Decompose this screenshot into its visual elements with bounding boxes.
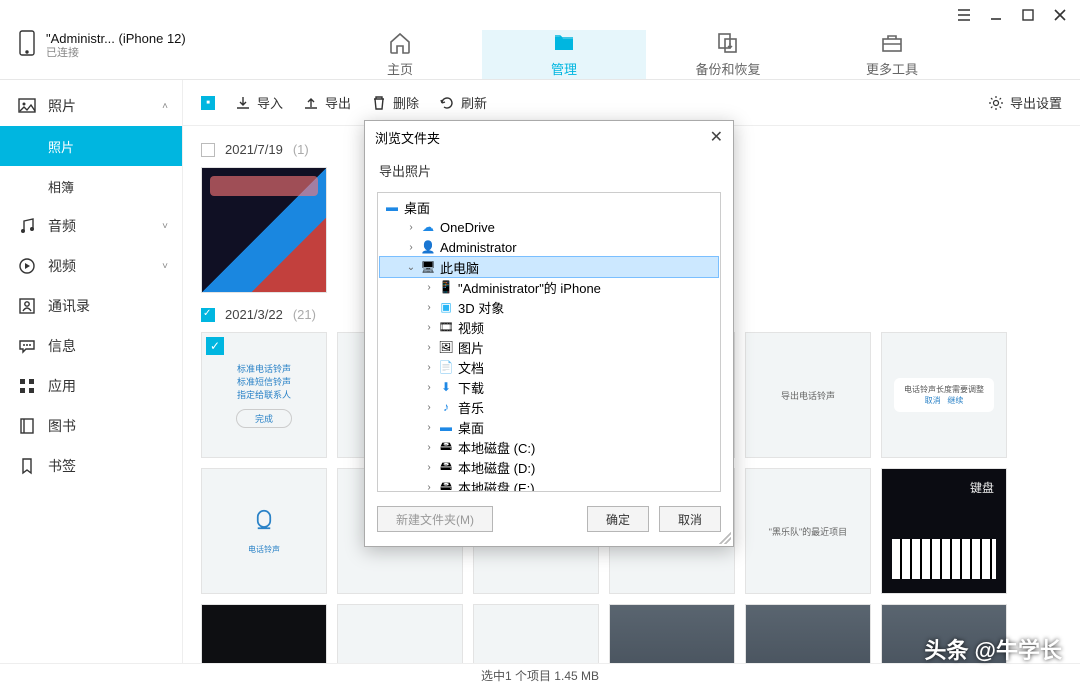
dialog-close-button[interactable]: ✕ (710, 127, 723, 147)
dialog-subtitle: 导出照片 (365, 153, 733, 186)
tree-node-diske[interactable]: ›🖴本地磁盘 (E:) (380, 477, 718, 492)
tree-node-videos[interactable]: ›🎞视频 (380, 317, 718, 337)
ok-button[interactable]: 确定 (587, 506, 649, 532)
tree-node-3dobjects[interactable]: ›▣3D 对象 (380, 297, 718, 317)
browse-folder-dialog: 浏览文件夹 ✕ 导出照片 ▬桌面 ›☁OneDrive ›👤Administra… (364, 120, 734, 547)
tree-node-diskc[interactable]: ›🖴本地磁盘 (C:) (380, 437, 718, 457)
tree-node-onedrive[interactable]: ›☁OneDrive (380, 217, 718, 237)
resize-handle[interactable] (719, 532, 731, 544)
watermark: 头条 @牛学长 (924, 633, 1062, 665)
tree-node-diskd[interactable]: ›🖴本地磁盘 (D:) (380, 457, 718, 477)
tree-node-pictures[interactable]: ›🖼图片 (380, 337, 718, 357)
tree-node-documents[interactable]: ›📄文档 (380, 357, 718, 377)
folder-tree[interactable]: ▬桌面 ›☁OneDrive ›👤Administrator ⌄🖥此电脑 ›📱"… (377, 192, 721, 492)
dialog-overlay: 浏览文件夹 ✕ 导出照片 ▬桌面 ›☁OneDrive ›👤Administra… (0, 0, 1080, 687)
tree-node-desktop-root[interactable]: ▬桌面 (380, 197, 718, 217)
tree-node-desktop[interactable]: ›▬桌面 (380, 417, 718, 437)
dialog-title: 浏览文件夹 (375, 128, 440, 147)
tree-node-user[interactable]: ›👤Administrator (380, 237, 718, 257)
tree-node-music[interactable]: ›♪音乐 (380, 397, 718, 417)
tree-node-thispc[interactable]: ⌄🖥此电脑 (380, 257, 718, 277)
new-folder-button[interactable]: 新建文件夹(M) (377, 506, 493, 532)
tree-node-downloads[interactable]: ›⬇下载 (380, 377, 718, 397)
cancel-button[interactable]: 取消 (659, 506, 721, 532)
tree-node-iphone[interactable]: ›📱"Administrator"的 iPhone (380, 277, 718, 297)
